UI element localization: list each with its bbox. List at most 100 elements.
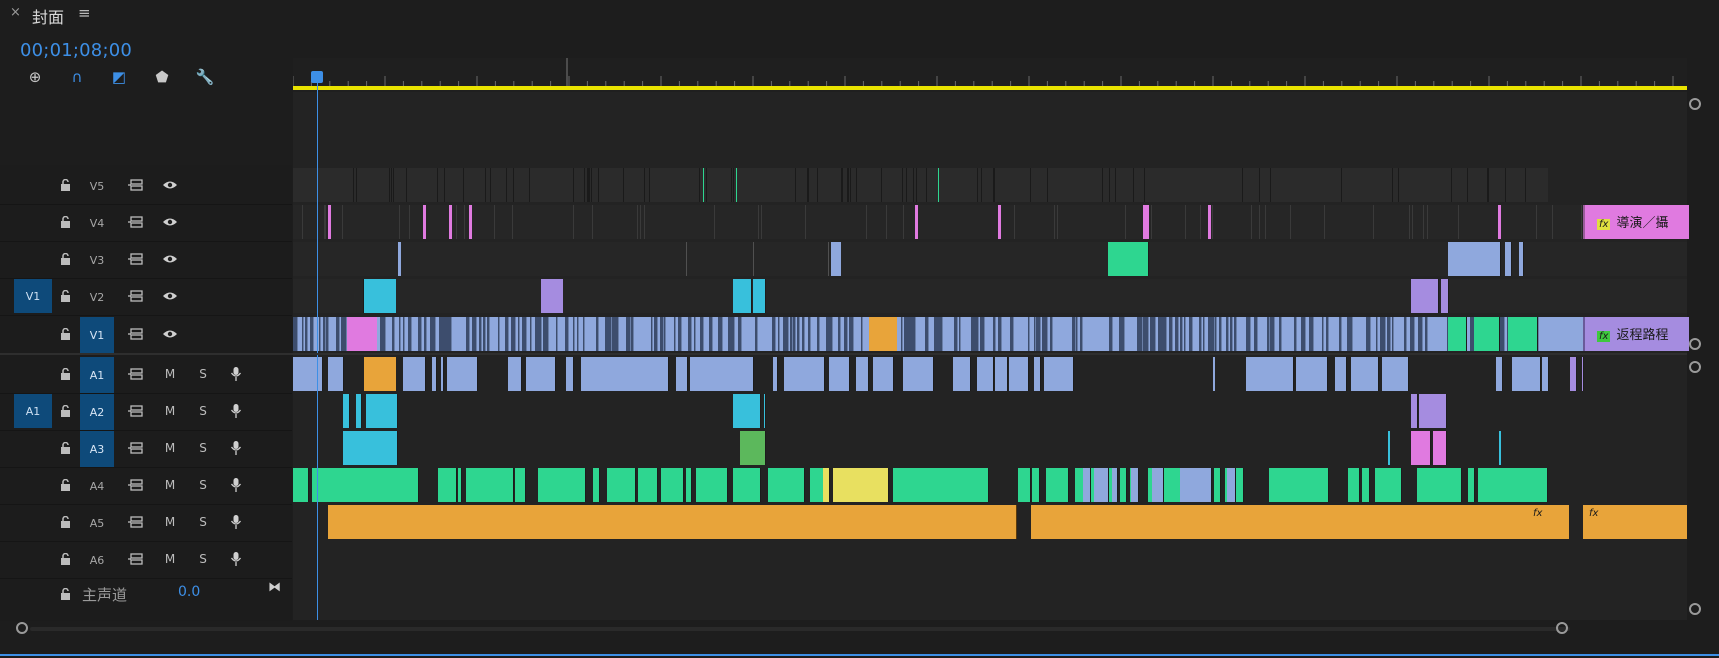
clip-v4-edit[interactable]: [644, 205, 645, 239]
sync-lock-icon[interactable]: [128, 367, 144, 381]
clip-v1-edit[interactable]: [1312, 317, 1314, 351]
clip-v5-edit[interactable]: [393, 168, 394, 202]
clip-v1-edit[interactable]: [803, 317, 805, 351]
clip-v1-edit[interactable]: [295, 317, 298, 351]
clip-a3[interactable]: [1444, 431, 1447, 465]
clip-v1-edit[interactable]: [1203, 317, 1205, 351]
clip-a4[interactable]: [1468, 468, 1475, 502]
clip-a2[interactable]: [1413, 394, 1418, 428]
clip-a4[interactable]: [593, 468, 600, 502]
clip-v1-edit[interactable]: [383, 317, 386, 351]
clip-v4-edit[interactable]: [325, 205, 326, 239]
clip-v5-edit[interactable]: [1505, 168, 1506, 202]
clip-v4-edit[interactable]: [1581, 205, 1582, 239]
clip-a5[interactable]: [551, 505, 579, 539]
eye-icon[interactable]: [162, 289, 178, 303]
clip-a4[interactable]: [458, 468, 462, 502]
clip-v1-edit[interactable]: [679, 317, 682, 351]
audio-scroll-handle-bottom[interactable]: [1689, 603, 1701, 615]
clip-v1-edit[interactable]: [418, 317, 422, 351]
clip-v1-edit[interactable]: [1038, 317, 1041, 351]
clip-v1-edit[interactable]: [1230, 317, 1233, 351]
clip-a3[interactable]: [763, 431, 766, 465]
clip-a4[interactable]: [303, 468, 309, 502]
clip-v1-edit[interactable]: [1349, 317, 1353, 351]
clip-v5-edit[interactable]: [490, 168, 491, 202]
clip-a5[interactable]: [639, 505, 654, 539]
clip-v5-edit[interactable]: [731, 168, 732, 202]
clip-v1-edit[interactable]: [556, 317, 558, 351]
clip-a4-blue[interactable]: [1112, 468, 1118, 502]
clip-v1-edit[interactable]: [1326, 317, 1329, 351]
clip-a4-blue[interactable]: [1227, 468, 1236, 502]
clip-v4-edit[interactable]: [1265, 205, 1266, 239]
sync-lock-icon[interactable]: [128, 252, 144, 266]
clip-a5[interactable]: [495, 505, 521, 539]
clip-v1-edit[interactable]: [838, 317, 841, 351]
clip-v1-edit[interactable]: [1294, 317, 1297, 351]
clip-v4-edit[interactable]: [1151, 205, 1152, 239]
microphone-icon[interactable]: [228, 367, 244, 381]
clip-a5[interactable]: [653, 505, 674, 539]
video-audio-divider[interactable]: [0, 353, 1687, 355]
clip-a1[interactable]: [966, 357, 971, 391]
clip-a1[interactable]: [928, 357, 934, 391]
solo-button[interactable]: S: [195, 404, 211, 418]
clip-v1-edit[interactable]: [1152, 317, 1156, 351]
clip-v1-edit[interactable]: [1392, 317, 1394, 351]
clip-v1-edit[interactable]: [851, 317, 854, 351]
clip-a2[interactable]: [345, 394, 350, 428]
clip-a1[interactable]: [474, 357, 478, 391]
clip-v4-edit[interactable]: [1324, 205, 1325, 239]
clip-v5-edit[interactable]: [485, 168, 486, 202]
mute-button[interactable]: M: [162, 367, 178, 381]
clip-v1-edit[interactable]: [1164, 317, 1167, 351]
clip-v5-edit[interactable]: [1047, 168, 1048, 202]
wrench-settings-icon[interactable]: 🔧: [194, 66, 216, 88]
clip-a4[interactable]: [519, 468, 526, 502]
clip-a5[interactable]: [1031, 505, 1065, 539]
clip-v1-edit[interactable]: [338, 317, 340, 351]
clip-v4-edit[interactable]: [640, 205, 641, 239]
clip-v1-edit[interactable]: [690, 317, 692, 351]
clip-v1-edit[interactable]: [596, 317, 599, 351]
clip-a1[interactable]: [339, 357, 344, 391]
clip-v5-marker[interactable]: [736, 168, 737, 202]
clip-v4-edit[interactable]: [637, 205, 638, 239]
clip-v1-edit[interactable]: [830, 317, 833, 351]
clip-v4-edit[interactable]: [409, 205, 410, 239]
clip-v1-edit[interactable]: [1421, 317, 1423, 351]
panel-menu-icon[interactable]: ≡: [78, 4, 91, 22]
clip-v5-edit[interactable]: [589, 168, 590, 202]
clip-a1[interactable]: [773, 357, 778, 391]
lane-a3[interactable]: [293, 431, 1687, 465]
clip-v4-edit[interactable]: [1057, 205, 1058, 239]
clip-v4-edit[interactable]: [1423, 205, 1424, 239]
clip-v5-marker[interactable]: [703, 168, 704, 202]
clip-a5[interactable]: [532, 505, 552, 539]
clip-a4-yellow[interactable]: [884, 468, 889, 502]
clip-v1-edit[interactable]: [755, 317, 758, 351]
playhead-timecode[interactable]: 00;01;08;00: [20, 40, 132, 61]
clip-v1-edit[interactable]: [998, 317, 1002, 351]
clip-a5[interactable]: [1126, 505, 1153, 539]
sync-lock-icon[interactable]: [128, 515, 144, 529]
clip-v5-edit[interactable]: [406, 168, 407, 202]
clip-v3-edit[interactable]: [686, 242, 687, 276]
clip-v4[interactable]: [328, 205, 331, 239]
clip-a1[interactable]: [441, 357, 444, 391]
mute-button[interactable]: M: [162, 515, 178, 529]
clip-a1[interactable]: [685, 357, 688, 391]
clip-v1-edit[interactable]: [1412, 317, 1415, 351]
clip-v5-edit[interactable]: [463, 168, 464, 202]
clip-v1-edit[interactable]: [959, 317, 961, 351]
clip-v1-edit[interactable]: [925, 317, 929, 351]
lock-icon[interactable]: [60, 440, 71, 454]
clip-v1-edit[interactable]: [523, 317, 527, 351]
clip-v5-edit[interactable]: [1488, 168, 1489, 202]
clip-a1[interactable]: [1542, 357, 1549, 391]
clip-v1-edit[interactable]: [399, 317, 401, 351]
clip-v5-edit[interactable]: [706, 168, 707, 202]
clip-v5-edit[interactable]: [1144, 168, 1145, 202]
clip-v5-edit[interactable]: [389, 168, 390, 202]
